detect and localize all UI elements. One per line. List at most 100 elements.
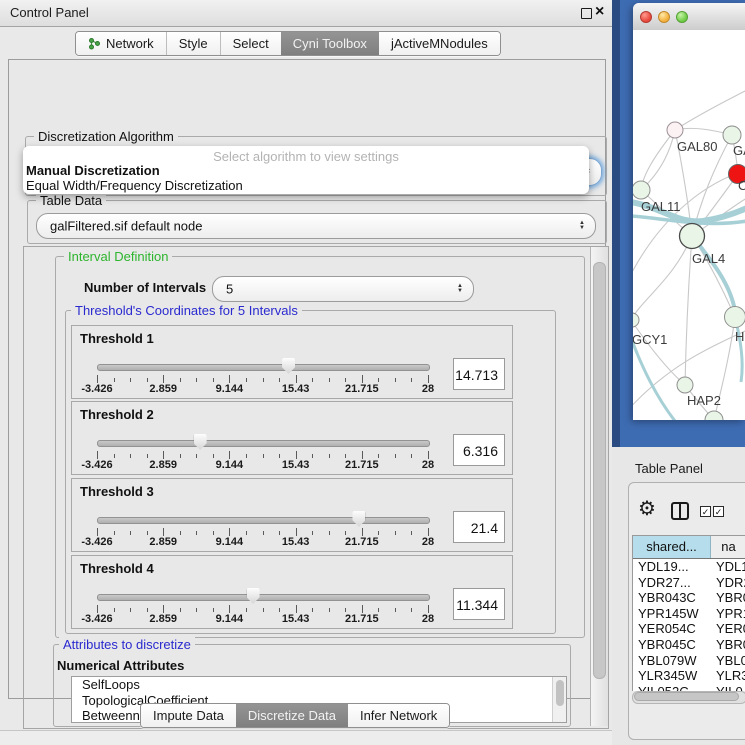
cell-shared-name[interactable]: YLR345W [633,668,710,684]
threshold-3-value-field[interactable]: 21.4 [453,511,505,543]
cell-name[interactable]: YLR3 [710,668,745,684]
split-columns-icon[interactable] [671,502,689,520]
threshold-4-value-field[interactable]: 11.344 [453,588,505,620]
table-row[interactable]: YLR345WYLR3 [633,668,745,684]
network-node[interactable] [667,122,683,138]
tab-discretize-data[interactable]: Discretize Data [236,704,348,727]
table-hscrollbar-thumb[interactable] [634,692,739,701]
threshold-2-value-field[interactable]: 6.316 [453,434,505,466]
network-canvas[interactable]: GAL80 GA GAL11 GAL4 GCY1 H HAP2 C [633,30,745,420]
network-node[interactable] [677,377,693,393]
tab-cyni-toolbox[interactable]: Cyni Toolbox [281,32,379,55]
network-node[interactable] [680,224,705,249]
list-scrollbar-thumb[interactable] [556,680,564,706]
cell-name[interactable]: YBL0 [710,653,745,669]
slider-track[interactable] [97,440,430,447]
algorithm-option-manual[interactable]: Manual Discretization [26,163,160,178]
threshold-3-panel: Threshold 3 -3.4262.8599.14415.4321.7152… [71,478,513,552]
table-row[interactable]: YIL052CYIL0 [633,684,745,691]
slider-tick-mark [114,378,115,382]
float-window-icon[interactable] [581,8,592,19]
cell-shared-name[interactable]: YBR045C [633,637,710,653]
algorithm-option-equal-width[interactable]: Equal Width/Frequency Discretization [26,178,243,193]
slider-tick-mark [229,605,230,613]
slider-track[interactable] [97,517,430,524]
tab-network[interactable]: Network [76,32,166,55]
cell-shared-name[interactable]: YIL052C [633,684,710,691]
slider-tick-mark [395,454,396,458]
cell-name[interactable]: YBR0 [710,637,745,653]
network-node[interactable] [725,307,745,328]
threshold-4-slider[interactable] [97,587,428,605]
attribute-item[interactable]: SelfLoops [72,677,566,693]
cell-shared-name[interactable]: YDL19... [633,559,710,575]
slider-tick-mark [411,608,412,612]
cell-shared-name[interactable]: YER054C [633,621,710,637]
checkbox-icon[interactable]: ✓ [700,506,711,517]
table-row[interactable]: YER054CYER0 [633,621,745,637]
tab-style[interactable]: Style [166,32,220,55]
list-scrollbar-track[interactable] [552,677,566,722]
slider-tick-labels: -3.4262.8599.14415.4321.71528 [97,613,428,625]
slider-tick-mark [97,528,98,536]
threshold-1-slider[interactable] [97,357,428,375]
minimize-traffic-light-icon[interactable] [658,11,670,23]
combo-stepper-icon: ▲▼ [457,284,463,294]
network-node[interactable] [633,181,650,199]
cell-name[interactable]: YDL1 [710,559,745,575]
network-window-titlebar[interactable] [633,3,745,31]
slider-tick-mark [428,528,429,536]
slider-handle[interactable] [282,358,295,374]
slider-handle[interactable] [352,511,365,527]
slider-tick-mark [312,454,313,458]
cell-name[interactable]: YBR0 [710,590,745,606]
table-row[interactable]: YBL079WYBL0 [633,653,745,669]
threshold-1-value-field[interactable]: 14.713 [453,358,505,390]
cell-shared-name[interactable]: YPR145W [633,606,710,622]
table-row[interactable]: YDR27...YDR2 [633,575,745,591]
vertical-scrollbar-thumb[interactable] [593,262,606,679]
slider-tick-mark [362,451,363,459]
table-row[interactable]: YBR043CYBR0 [633,590,745,606]
gear-icon[interactable]: ⚙ [638,498,656,520]
cell-name[interactable]: YPR1 [710,606,745,622]
tab-infer-network[interactable]: Infer Network [348,704,449,727]
number-of-intervals-combobox[interactable]: 5 ▲▼ [212,276,474,302]
slider-tick-mark [279,378,280,382]
table-row[interactable]: YBR045CYBR0 [633,637,745,653]
network-node[interactable] [723,126,741,144]
checkbox-icon[interactable]: ✓ [713,506,724,517]
column-header-name[interactable]: na [711,536,745,558]
tab-select[interactable]: Select [220,32,281,55]
cell-shared-name[interactable]: YBR043C [633,590,710,606]
network-view-window[interactable]: GAL80 GA GAL11 GAL4 GCY1 H HAP2 C [633,3,745,420]
slider-tick-mark [411,531,412,535]
number-of-intervals-label: Number of Intervals [84,280,206,295]
slider-tick-label: 15.43 [282,536,310,548]
tab-impute-data[interactable]: Impute Data [141,704,236,727]
node-label: H [735,329,744,344]
cell-shared-name[interactable]: YDR27... [633,575,710,591]
cell-name[interactable]: YDR2 [710,575,745,591]
slider-tick-mark [229,375,230,383]
cell-name[interactable]: YER0 [710,621,745,637]
slider-handle[interactable] [247,588,260,604]
close-traffic-light-icon[interactable] [640,11,652,23]
slider-handle[interactable] [194,434,207,450]
zoom-traffic-light-icon[interactable] [676,11,688,23]
close-window-icon[interactable]: × [595,2,604,22]
threshold-2-slider[interactable] [97,433,428,451]
cell-name[interactable]: YIL0 [710,684,745,691]
table-data-combobox[interactable]: galFiltered.sif default node ▲▼ [36,213,596,239]
cell-shared-name[interactable]: YBL079W [633,653,710,669]
threshold-3-slider[interactable] [97,510,428,528]
tab-jactivemnodules[interactable]: jActiveMNodules [379,32,500,55]
network-node[interactable] [633,313,639,327]
slider-track[interactable] [97,594,430,601]
column-header-shared-name[interactable]: shared... [633,536,711,558]
slider-tick-mark [163,451,164,459]
slider-track[interactable] [97,364,430,371]
table-data-group-title: Table Data [36,193,106,208]
table-row[interactable]: YPR145WYPR1 [633,606,745,622]
table-row[interactable]: YDL19...YDL1 [633,559,745,575]
